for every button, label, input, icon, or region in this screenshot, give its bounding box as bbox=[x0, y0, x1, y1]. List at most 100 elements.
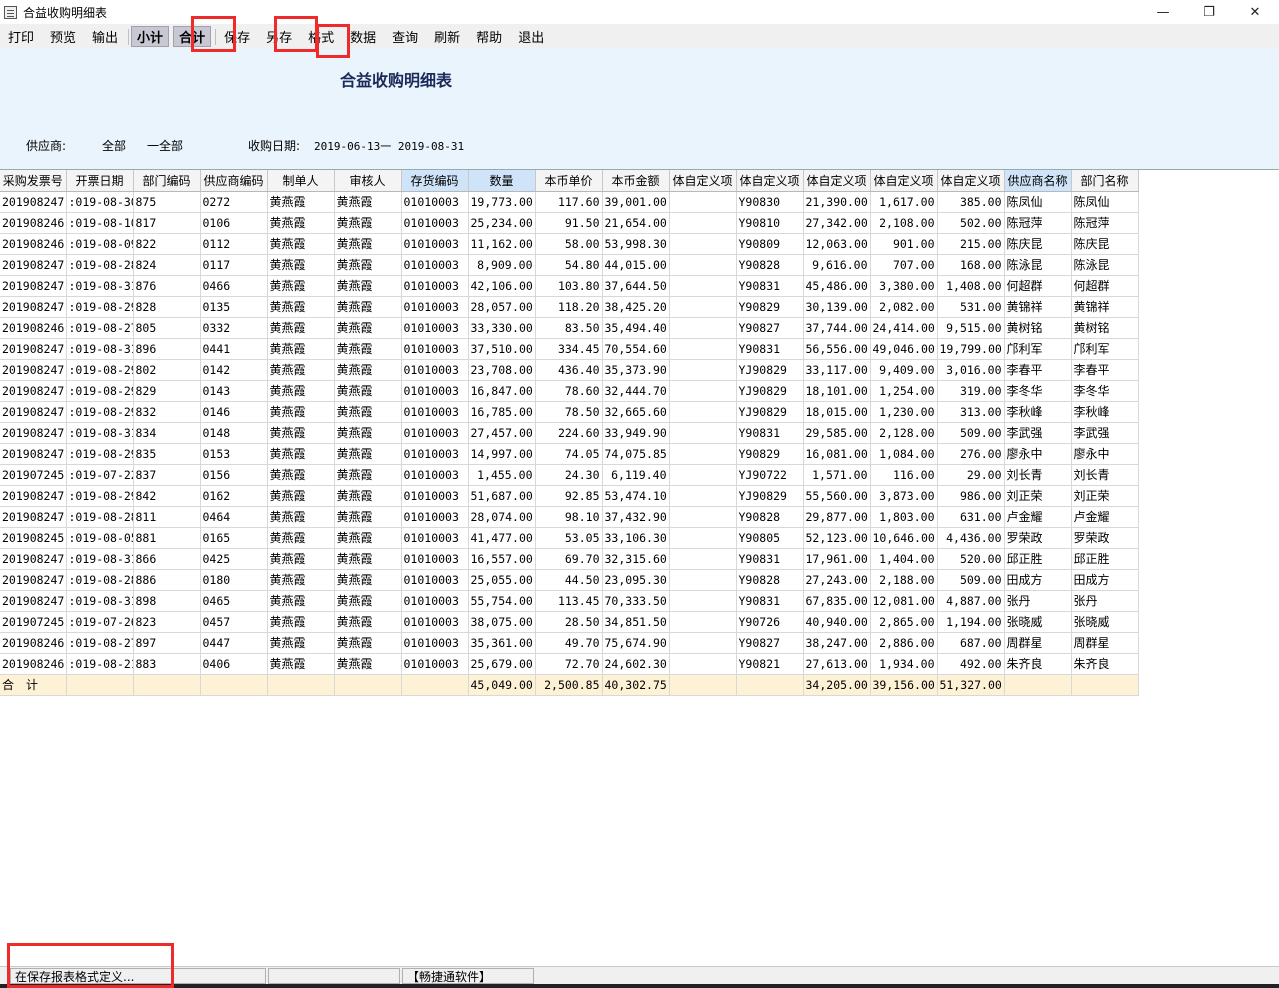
menu-item-7[interactable]: 格式 bbox=[302, 26, 340, 47]
table-row[interactable]: 201908246:019-08-21 883 0406 黄燕霞 黄燕霞 01010003… bbox=[0, 653, 1139, 675]
table-cell: 0106 bbox=[200, 212, 268, 234]
menu-item-9[interactable]: 查询 bbox=[386, 26, 424, 47]
table-row[interactable]: 201908246:019-08-10 817 0106 黄燕霞 黄燕霞 01010003… bbox=[0, 212, 1139, 234]
table-cell: 276.00 bbox=[937, 443, 1005, 465]
menu-item-11[interactable]: 帮助 bbox=[470, 26, 508, 47]
column-header[interactable]: 体自定义项 bbox=[803, 170, 871, 192]
minimize-icon[interactable]: — bbox=[1140, 0, 1186, 24]
menu-item-0[interactable]: 打印 bbox=[2, 26, 40, 47]
table-cell: :019-08-31 bbox=[66, 275, 134, 297]
menu-item-1[interactable]: 预览 bbox=[44, 26, 82, 47]
total-cell bbox=[736, 674, 804, 696]
table-row[interactable]: 201908247:019-08-31 876 0466 黄燕霞 黄燕霞 01010003… bbox=[0, 275, 1139, 297]
table-row[interactable]: 201908247:019-08-29 832 0146 黄燕霞 黄燕霞 01010003… bbox=[0, 401, 1139, 423]
menu-item-6[interactable]: 另存 bbox=[260, 26, 298, 47]
menu-item-5[interactable]: 保存 bbox=[218, 26, 256, 47]
table-row[interactable]: 201908247:019-08-31 896 0441 黄燕霞 黄燕霞 01010003… bbox=[0, 338, 1139, 360]
menu-item-2[interactable]: 输出 bbox=[86, 26, 124, 47]
table-cell: Y90827 bbox=[736, 632, 804, 654]
table-cell: 朱齐良 bbox=[1071, 653, 1139, 675]
column-header[interactable]: 部门编码 bbox=[133, 170, 201, 192]
table-row[interactable]: 201907245:019-07-26 823 0457 黄燕霞 黄燕霞 01010003… bbox=[0, 611, 1139, 633]
column-header[interactable]: 供应商名称 bbox=[1004, 170, 1072, 192]
table-cell: 01010003 bbox=[401, 464, 469, 486]
supplier-value: 全部 bbox=[102, 139, 127, 153]
column-header[interactable]: 数量 bbox=[468, 170, 536, 192]
table-cell: 0447 bbox=[200, 632, 268, 654]
table-cell: 215.00 bbox=[937, 233, 1005, 255]
column-header[interactable]: 审核人 bbox=[334, 170, 402, 192]
menu-separator bbox=[215, 28, 217, 45]
column-header[interactable]: 体自定义项 bbox=[736, 170, 804, 192]
table-row[interactable]: 201908247:019-08-29 829 0143 黄燕霞 黄燕霞 01010003… bbox=[0, 380, 1139, 402]
maximize-icon[interactable]: ❐ bbox=[1186, 0, 1232, 24]
table-row[interactable]: 201908247:019-08-30 875 0272 黄燕霞 黄燕霞 01010003… bbox=[0, 191, 1139, 213]
table-cell: 51,687.00 bbox=[468, 485, 536, 507]
menu-item-4[interactable]: 合计 bbox=[173, 26, 212, 47]
table-cell: 01010003 bbox=[401, 569, 469, 591]
table-cell: 1,803.00 bbox=[870, 506, 938, 528]
table-cell: 0142 bbox=[200, 359, 268, 381]
table-row[interactable]: 201907245:019-07-22 837 0156 黄燕霞 黄燕霞 01010003… bbox=[0, 464, 1139, 486]
close-icon[interactable]: ✕ bbox=[1232, 0, 1278, 24]
menu-item-12[interactable]: 退出 bbox=[512, 26, 550, 47]
column-header[interactable]: 存货编码 bbox=[401, 170, 469, 192]
table-row[interactable]: 201908247:019-08-29 828 0135 黄燕霞 黄燕霞 01010003… bbox=[0, 296, 1139, 318]
total-row: 合 计 45,049.00 2,500.85 40,302.75 34,205.00 39… bbox=[0, 674, 1139, 696]
column-header[interactable]: 体自定义项 bbox=[937, 170, 1005, 192]
table-cell: Y90827 bbox=[736, 317, 804, 339]
menu-item-8[interactable]: 数据 bbox=[344, 26, 382, 47]
table-row[interactable]: 201908247:019-08-28 824 0117 黄燕霞 黄燕霞 01010003… bbox=[0, 254, 1139, 276]
column-header[interactable]: 供应商编码 bbox=[200, 170, 268, 192]
table-cell: 陈冠萍 bbox=[1004, 212, 1072, 234]
table-cell: 38,075.00 bbox=[468, 611, 536, 633]
total-cell bbox=[200, 674, 268, 696]
table-cell: 45,486.00 bbox=[803, 275, 871, 297]
table-cell: 8,909.00 bbox=[468, 254, 536, 276]
table-cell: YJ90722 bbox=[736, 464, 804, 486]
column-header[interactable]: 部门名称 bbox=[1071, 170, 1139, 192]
table-row[interactable]: 201908247:019-08-31 834 0148 黄燕霞 黄燕霞 01010003… bbox=[0, 422, 1139, 444]
table-cell: 37,432.90 bbox=[602, 506, 670, 528]
table-cell: 707.00 bbox=[870, 254, 938, 276]
table-cell: 黄燕霞 bbox=[334, 191, 402, 213]
table-row[interactable]: 201908247:019-08-28 811 0464 黄燕霞 黄燕霞 01010003… bbox=[0, 506, 1139, 528]
table-cell: 27,457.00 bbox=[468, 422, 536, 444]
table-row[interactable]: 201908246:019-08-27 897 0447 黄燕霞 黄燕霞 01010003… bbox=[0, 632, 1139, 654]
table-cell: 张晓威 bbox=[1071, 611, 1139, 633]
table-cell: 14,997.00 bbox=[468, 443, 536, 465]
column-header[interactable]: 体自定义项 bbox=[669, 170, 737, 192]
table-cell: 罗荣政 bbox=[1004, 527, 1072, 549]
table-row[interactable]: 201908246:019-08-09 822 0112 黄燕霞 黄燕霞 01010003… bbox=[0, 233, 1139, 255]
menu-item-3[interactable]: 小计 bbox=[131, 26, 170, 47]
menu-item-10[interactable]: 刷新 bbox=[428, 26, 466, 47]
table-cell bbox=[669, 317, 737, 339]
table-cell: 23,708.00 bbox=[468, 359, 536, 381]
table-cell: 16,847.00 bbox=[468, 380, 536, 402]
report-grid[interactable]: 采购发票号 开票日期 部门编码 供应商编码 制单人 审核人 存货编码 数量 本币单价 本币金额 体自… bbox=[0, 170, 1279, 696]
table-cell: 898 bbox=[133, 590, 201, 612]
table-cell: 3,380.00 bbox=[870, 275, 938, 297]
table-cell: 01010003 bbox=[401, 611, 469, 633]
column-header[interactable]: 制单人 bbox=[267, 170, 335, 192]
table-cell: 881 bbox=[133, 527, 201, 549]
table-row[interactable]: 201908247:019-08-29 842 0162 黄燕霞 黄燕霞 01010003… bbox=[0, 485, 1139, 507]
column-header[interactable]: 本币单价 bbox=[535, 170, 603, 192]
total-cell: 40,302.75 bbox=[602, 674, 670, 696]
table-cell bbox=[669, 233, 737, 255]
column-header[interactable]: 采购发票号 bbox=[0, 170, 67, 192]
table-cell: Y90831 bbox=[736, 275, 804, 297]
table-row[interactable]: 201908247:019-08-29 835 0153 黄燕霞 黄燕霞 01010003… bbox=[0, 443, 1139, 465]
table-row[interactable]: 201908245:019-08-05 881 0165 黄燕霞 黄燕霞 01010003… bbox=[0, 527, 1139, 549]
table-row[interactable]: 201908247:019-08-28 886 0180 黄燕霞 黄燕霞 01010003… bbox=[0, 569, 1139, 591]
column-header[interactable]: 开票日期 bbox=[66, 170, 134, 192]
table-cell: 49,046.00 bbox=[870, 338, 938, 360]
table-row[interactable]: 201908247:019-08-31 898 0465 黄燕霞 黄燕霞 01010003… bbox=[0, 590, 1139, 612]
table-row[interactable]: 201908247:019-08-29 802 0142 黄燕霞 黄燕霞 01010003… bbox=[0, 359, 1139, 381]
table-cell: 12,081.00 bbox=[870, 590, 938, 612]
table-row[interactable]: 201908247:019-08-31 866 0425 黄燕霞 黄燕霞 01010003… bbox=[0, 548, 1139, 570]
table-row[interactable]: 201908246:019-08-27 805 0332 黄燕霞 黄燕霞 01010003… bbox=[0, 317, 1139, 339]
table-cell bbox=[669, 653, 737, 675]
column-header[interactable]: 体自定义项 bbox=[870, 170, 938, 192]
column-header[interactable]: 本币金额 bbox=[602, 170, 670, 192]
